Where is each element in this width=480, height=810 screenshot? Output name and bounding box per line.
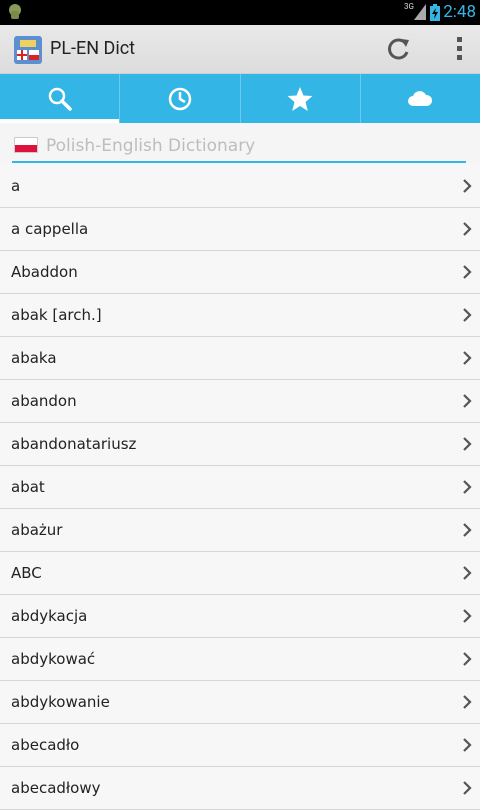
cloud-icon — [408, 90, 433, 106]
word-label: abażur — [11, 521, 63, 539]
chevron-right-icon — [463, 523, 472, 537]
star-icon — [287, 86, 313, 111]
word-label: abecadło — [11, 736, 80, 754]
app-logo-icon — [14, 36, 42, 64]
android-icon — [9, 4, 21, 19]
chevron-right-icon — [463, 437, 472, 451]
list-item[interactable]: ABC — [0, 552, 480, 595]
chevron-right-icon — [463, 265, 472, 279]
network-type: 3G — [404, 2, 414, 11]
chevron-right-icon — [463, 738, 472, 752]
chevron-right-icon — [463, 609, 472, 623]
tab-history[interactable] — [120, 74, 241, 123]
tab-bar — [0, 74, 480, 123]
clock: 2:48 — [443, 2, 476, 22]
list-item[interactable]: Abaddon — [0, 251, 480, 294]
chevron-right-icon — [463, 695, 472, 709]
list-item[interactable]: abandon — [0, 380, 480, 423]
status-bar: 3G 2:48 — [0, 0, 480, 25]
word-list: a a cappella Abaddon abak [arch.] abaka aband… — [0, 165, 480, 810]
word-label: a cappella — [11, 220, 89, 238]
word-label: abaka — [11, 349, 57, 367]
word-label: abdykowanie — [11, 693, 110, 711]
chevron-right-icon — [463, 480, 472, 494]
refresh-button[interactable] — [384, 35, 412, 63]
chevron-right-icon — [463, 781, 472, 795]
list-item[interactable]: abak [arch.] — [0, 294, 480, 337]
list-item[interactable]: abecadłowy — [0, 767, 480, 810]
chevron-right-icon — [463, 179, 472, 193]
chevron-right-icon — [463, 308, 472, 322]
chevron-right-icon — [463, 394, 472, 408]
chevron-right-icon — [463, 566, 472, 580]
search-icon — [48, 87, 72, 111]
list-item[interactable]: abdykacja — [0, 595, 480, 638]
clock-icon — [168, 87, 192, 110]
word-label: abecadłowy — [11, 779, 101, 797]
word-label: abandonatariusz — [11, 435, 137, 453]
word-label: ABC — [11, 564, 42, 582]
word-label: Abaddon — [11, 263, 78, 281]
action-bar: PL-EN Dict — [0, 25, 480, 74]
word-label: abak [arch.] — [11, 306, 102, 324]
search-input[interactable] — [44, 131, 463, 161]
chevron-right-icon — [463, 351, 472, 365]
list-item[interactable]: abdykowanie — [0, 681, 480, 724]
overflow-menu-icon[interactable] — [454, 36, 464, 62]
word-label: abdykować — [11, 650, 96, 668]
polish-flag-icon — [14, 137, 38, 153]
list-item[interactable]: abat — [0, 466, 480, 509]
list-item[interactable]: a cappella — [0, 208, 480, 251]
list-item[interactable]: abandonatariusz — [0, 423, 480, 466]
chevron-right-icon — [463, 222, 472, 236]
list-item[interactable]: a — [0, 165, 480, 208]
word-label: abat — [11, 478, 45, 496]
word-label: a — [11, 177, 21, 195]
battery-icon — [430, 4, 440, 21]
word-label: abandon — [11, 392, 77, 410]
list-item[interactable]: abecadło — [0, 724, 480, 767]
tab-search[interactable] — [0, 74, 121, 123]
word-label: abdykacja — [11, 607, 88, 625]
tab-favorites[interactable] — [241, 74, 361, 123]
signal-icon — [414, 4, 426, 20]
app-title: PL-EN Dict — [50, 38, 136, 59]
list-item[interactable]: abaka — [0, 337, 480, 380]
list-item[interactable]: abdykować — [0, 638, 480, 681]
chevron-right-icon — [463, 652, 472, 666]
list-item[interactable]: abażur — [0, 509, 480, 552]
tab-cloud[interactable] — [361, 74, 480, 123]
search-bar — [12, 131, 466, 163]
